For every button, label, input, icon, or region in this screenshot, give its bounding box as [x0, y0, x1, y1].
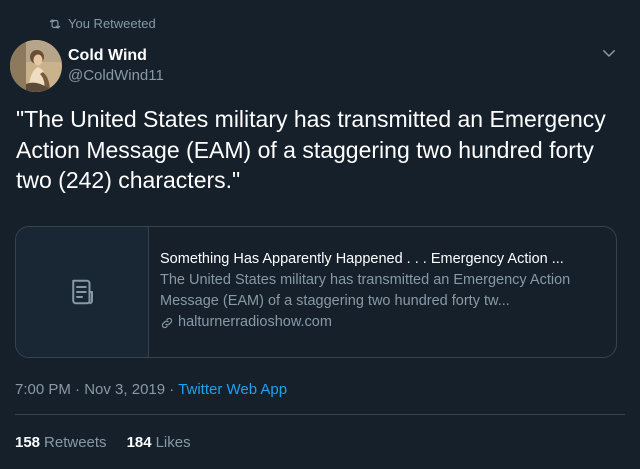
link-card-domain: halturnerradioshow.com — [178, 314, 332, 330]
author-display-name[interactable]: Cold Wind — [68, 46, 164, 65]
meta-separator: · — [70, 381, 85, 398]
likes-stat[interactable]: 184 Likes — [127, 434, 191, 451]
link-icon — [161, 317, 173, 328]
link-card-title: Something Has Apparently Happened . . . … — [160, 251, 564, 267]
chevron-down-icon[interactable] — [600, 44, 618, 62]
meta-separator: · — [165, 381, 179, 398]
tweet-text: "The United States military has transmit… — [16, 106, 606, 193]
retweets-stat[interactable]: 158 Retweets — [15, 434, 107, 451]
tweet-time[interactable]: 7:00 PM — [15, 381, 71, 398]
avatar[interactable] — [10, 40, 62, 92]
tweet-date[interactable]: Nov 3, 2019 — [84, 381, 165, 398]
avatar-image — [10, 40, 62, 92]
retweet-context-label: You Retweeted — [68, 16, 156, 31]
retweets-count: 158 — [15, 434, 41, 451]
author-handle[interactable]: @ColdWind11 — [68, 66, 164, 85]
link-card-body: Something Has Apparently Happened . . . … — [149, 227, 616, 357]
divider — [15, 414, 625, 415]
tweet-detail: You Retweeted Cold Wind @ColdWind11 "The… — [0, 0, 640, 469]
retweet-context: You Retweeted — [48, 16, 156, 31]
retweets-label: Retweets — [44, 434, 107, 451]
tweet-stats: 158 Retweets 184 Likes — [15, 434, 211, 451]
likes-count: 184 — [126, 434, 152, 451]
link-card[interactable]: Something Has Apparently Happened . . . … — [15, 226, 617, 358]
link-card-description: The United States military has transmitt… — [160, 272, 571, 309]
link-card-thumbnail — [16, 227, 149, 357]
tweet-source-link[interactable]: Twitter Web App — [178, 381, 287, 398]
likes-label: Likes — [155, 434, 191, 451]
tweet-meta: 7:00 PM · Nov 3, 2019 · Twitter Web App — [15, 381, 287, 398]
document-icon — [72, 279, 93, 305]
retweet-icon — [49, 18, 61, 29]
link-card-domain-row: halturnerradioshow.com — [160, 312, 606, 333]
author-info[interactable]: Cold Wind @ColdWind11 — [68, 46, 164, 85]
